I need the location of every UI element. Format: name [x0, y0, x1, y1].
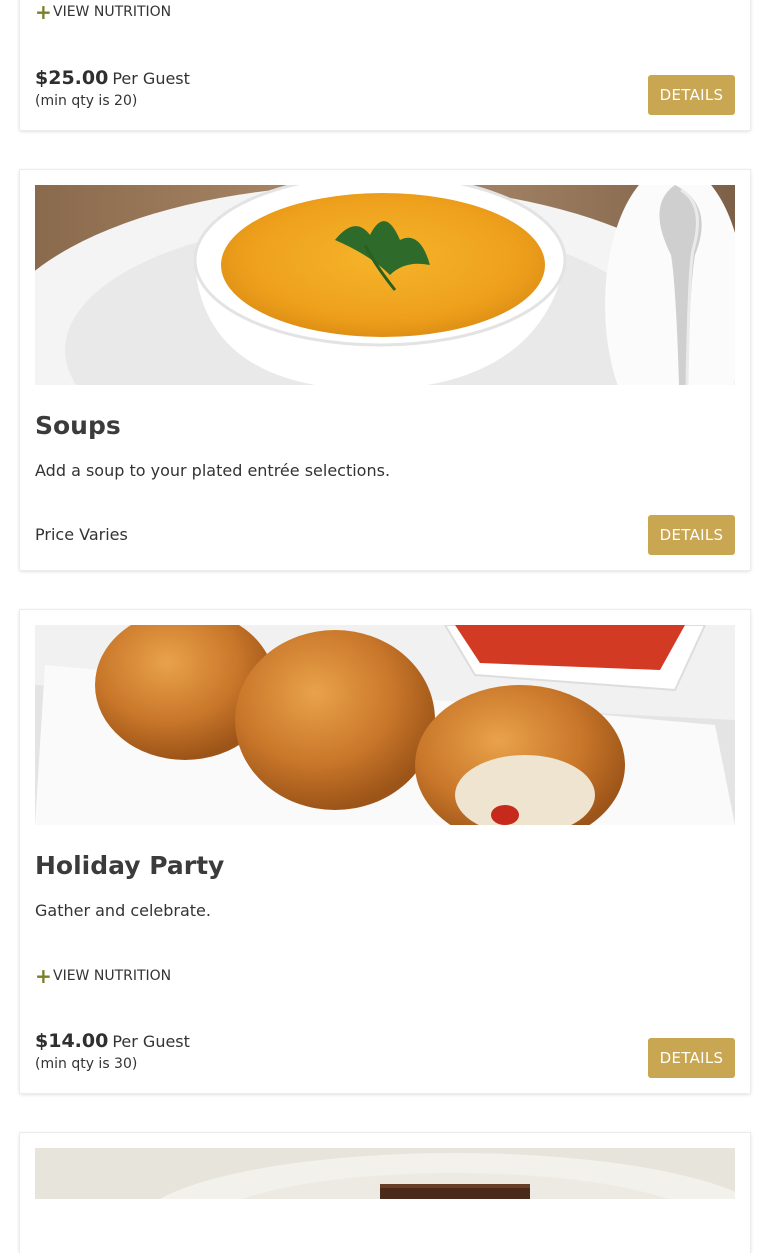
price: $14.00: [35, 1030, 109, 1052]
min-qty: (min qty is 20): [35, 93, 138, 109]
soup-bowl-image: [35, 185, 735, 385]
view-nutrition-label: VIEW NUTRITION: [53, 4, 172, 20]
price-unit: Per Guest: [112, 69, 190, 88]
dessert-plate-image: [35, 1148, 735, 1199]
card-description: Add a soup to your plated entrée selecti…: [35, 461, 391, 480]
price-block: $25.00 Per Guest (min qty is 20): [35, 67, 190, 109]
price: $25.00: [35, 67, 109, 89]
soup-bowl-photo[interactable]: [35, 185, 735, 385]
plus-icon: +: [35, 964, 52, 988]
menu-card: + VIEW NUTRITION $25.00 Per Guest (min qt…: [20, 0, 750, 130]
menu-card: [20, 1133, 750, 1253]
details-button[interactable]: DETAILS: [648, 515, 735, 555]
card-title: Holiday Party: [35, 851, 225, 880]
plus-icon: +: [35, 0, 52, 24]
price-block: $14.00 Per Guest (min qty is 30): [35, 1030, 190, 1072]
price-unit: Per Guest: [112, 1032, 190, 1051]
view-nutrition-toggle[interactable]: + VIEW NUTRITION: [35, 964, 172, 988]
menu-card: Soups Add a soup to your plated entrée s…: [20, 170, 750, 570]
fried-rice-balls-image: [35, 625, 735, 825]
dessert-plate-photo[interactable]: [35, 1148, 735, 1199]
menu-card: Holiday Party Gather and celebrate. + VI…: [20, 610, 750, 1093]
price-text: Price Varies: [35, 525, 128, 544]
card-title: Soups: [35, 411, 121, 440]
card-description: Gather and celebrate.: [35, 901, 211, 920]
min-qty: (min qty is 30): [35, 1056, 138, 1072]
view-nutrition-label: VIEW NUTRITION: [53, 968, 172, 984]
fried-rice-balls-photo[interactable]: [35, 625, 735, 825]
view-nutrition-toggle[interactable]: + VIEW NUTRITION: [35, 0, 172, 24]
details-button[interactable]: DETAILS: [648, 75, 735, 115]
details-button[interactable]: DETAILS: [648, 1038, 735, 1078]
